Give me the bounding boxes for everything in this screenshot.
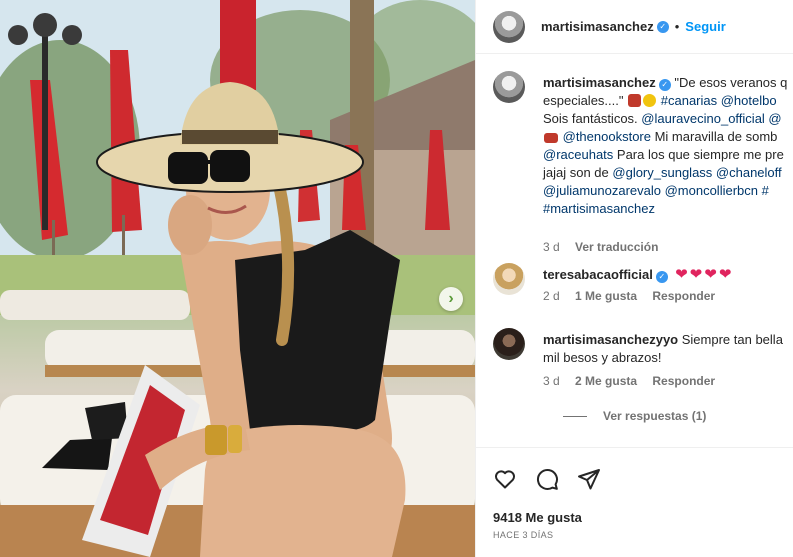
caption-mention-2[interactable]: @thenookstore [563, 129, 651, 144]
high-heel-emoji-icon [544, 133, 558, 143]
next-photo-button[interactable]: › [439, 287, 463, 311]
caption-mention-3[interactable]: @raceuhats [543, 147, 613, 162]
verified-badge-icon: ✓ [655, 271, 668, 283]
comment-author[interactable]: teresabacaofficial [543, 267, 653, 282]
ladybug-emoji-icon [628, 94, 642, 107]
comment-time: 3 d [543, 374, 560, 388]
comment-meta: 2 d 1 Me gusta Responder [543, 289, 715, 303]
comment-author[interactable]: martisimasanchezyyo [543, 332, 678, 347]
comment-text-line-2: mil besos y abrazos! [543, 350, 662, 365]
reply-button[interactable]: Responder [652, 289, 715, 303]
post-photo[interactable]: › [0, 0, 475, 557]
comment-author-avatar[interactable] [493, 263, 525, 295]
heart-emoji-icon: ❤ [689, 266, 703, 283]
caption-line-5b: Para los que siempre me pre [613, 147, 784, 162]
comment-text: teresabacaofficial ✓ ❤ ❤ ❤ ❤ [543, 266, 793, 284]
verified-badge-icon: ✓ [658, 79, 671, 91]
comment-likes-button[interactable]: 2 Me gusta [575, 374, 637, 388]
action-icons [493, 467, 601, 491]
author-username[interactable]: martisimasanchez [541, 19, 654, 34]
caption-mention-1[interactable]: @lauravecino_official @ [641, 111, 781, 126]
heart-emoji-icon: ❤ [675, 266, 688, 283]
likes-count[interactable]: 9418 Me gusta [493, 510, 582, 525]
post-actions: 9418 Me gusta HACE 3 DÍAS [476, 447, 793, 540]
heart-emoji-icon: ❤ [704, 266, 717, 283]
separator-dot: • [674, 19, 680, 34]
verified-badge-icon: ✓ [656, 20, 669, 33]
caption-line-2a: especiales...." [543, 93, 624, 108]
caption-mention-4[interactable]: @glory_sunglass @chaneloff [612, 165, 781, 180]
view-replies-button[interactable]: Ver respuestas (1) [563, 409, 706, 423]
comment-meta: 3 d 2 Me gusta Responder [543, 374, 715, 388]
heart-emoji-icon: ❤ [718, 266, 732, 283]
comments-list[interactable]: martisimasanchez ✓ "De esos veranos q esp… [476, 55, 793, 447]
follow-button[interactable]: Seguir [685, 19, 725, 34]
caption-line-6a: jajaj son de [543, 165, 613, 180]
share-send-icon[interactable] [577, 467, 601, 491]
photo-illustration [0, 0, 475, 557]
post-sidebar: martisimasanchez ✓ • Seguir martisimasan… [475, 0, 793, 557]
comment-bubble-icon[interactable] [535, 467, 559, 491]
comment-text-line-1: Siempre tan bella [681, 332, 783, 347]
caption-line-4b: Mi maravilla de somb [650, 129, 778, 144]
comment-likes-button[interactable]: 1 Me gusta [575, 289, 637, 303]
caption-line-3a: Sois fantásticos. [543, 111, 642, 126]
caption-meta: 3 d Ver traducción [543, 240, 658, 254]
comment-text: martisimasanchezyyo Siempre tan bella mi… [543, 331, 793, 367]
reply-button[interactable]: Responder [652, 374, 715, 388]
caption-line-1: "De esos veranos q [674, 75, 788, 90]
sun-emoji-icon [643, 94, 657, 107]
caption-hashtag-2[interactable]: #martisimasanchez [543, 200, 793, 218]
caption-author[interactable]: martisimasanchez [543, 75, 656, 90]
author-avatar[interactable] [493, 10, 525, 43]
see-translation-button[interactable]: Ver traducción [575, 240, 658, 254]
caption-hashtags-1[interactable]: #canarias @hotelbo [661, 93, 777, 108]
comment-author-avatar[interactable] [493, 328, 525, 360]
caption-author-avatar[interactable] [493, 71, 525, 103]
instagram-post-view: › martisimasanchez ✓ • Seguir martisimas… [0, 0, 793, 557]
caption-mention-5[interactable]: @juliamunozarevalo @moncollierbcn # [543, 182, 793, 200]
caption-text: martisimasanchez ✓ "De esos veranos q esp… [543, 74, 793, 218]
like-heart-icon[interactable] [493, 467, 517, 491]
chevron-right-icon: › [448, 290, 454, 307]
comment-time: 2 d [543, 289, 560, 303]
post-age: HACE 3 DÍAS [493, 530, 554, 540]
caption-time: 3 d [543, 240, 560, 254]
post-header: martisimasanchez ✓ • Seguir [476, 0, 793, 54]
